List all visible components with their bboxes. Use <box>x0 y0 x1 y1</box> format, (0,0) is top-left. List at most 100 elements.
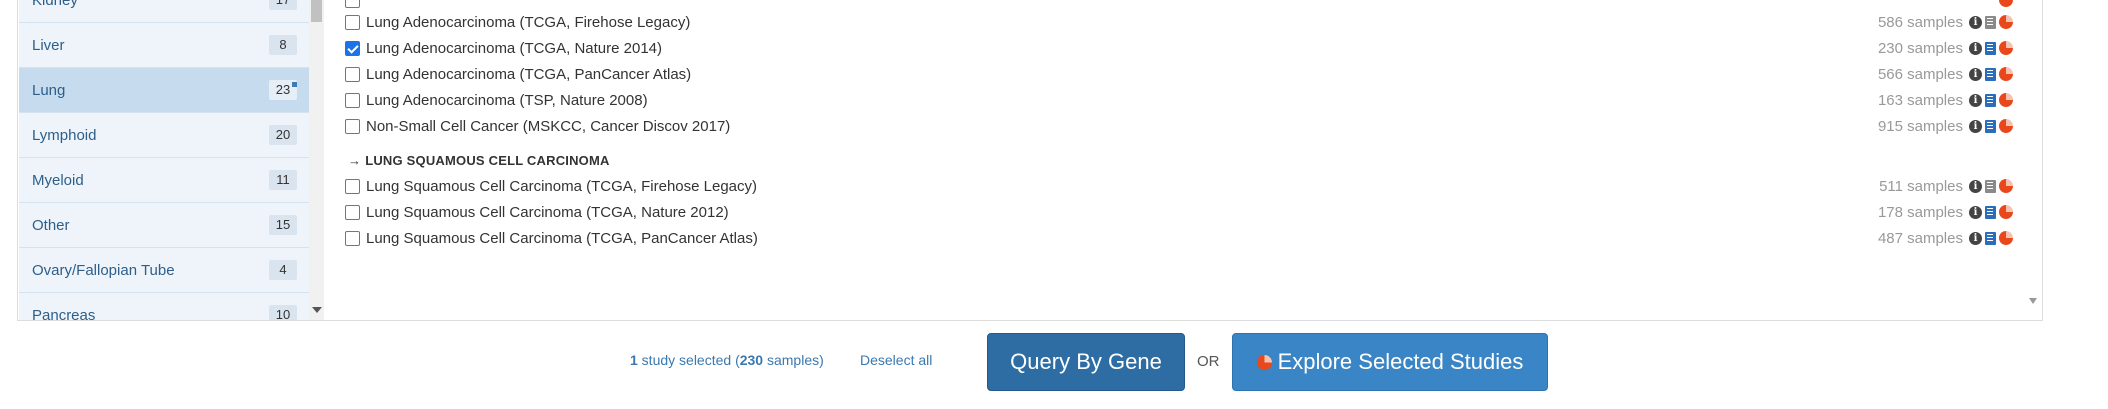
sidebar-item-label: Lung <box>32 81 66 99</box>
or-label: OR <box>1197 353 1220 370</box>
book-icon[interactable] <box>1985 15 1996 29</box>
study-name[interactable]: Lung Adenocarcinoma (TSP, Nature 2008) <box>366 92 648 109</box>
group-heading-label: LUNG SQUAMOUS CELL CARCINOMA <box>365 153 610 168</box>
book-icon[interactable] <box>1985 67 1996 81</box>
study-name[interactable]: Lung Squamous Cell Carcinoma (TCGA, Fire… <box>366 178 757 195</box>
study-name[interactable]: Lung Squamous Cell Carcinoma (TCGA, PanC… <box>366 230 758 247</box>
study-checkbox[interactable] <box>345 92 360 108</box>
study-row[interactable]: Non-Small Cell Cancer (MSKCC, Cancer Dis… <box>345 113 2045 139</box>
study-checkbox[interactable] <box>345 66 360 82</box>
info-icon[interactable]: i <box>1969 93 1982 107</box>
study-checkbox[interactable] <box>345 204 360 220</box>
sample-count: 230 samples <box>1877 39 1963 57</box>
pie-chart-icon[interactable] <box>1999 205 2013 219</box>
book-icon[interactable] <box>1985 231 1996 245</box>
study-row[interactable]: Lung Adenocarcinoma (TCGA, Nature 2014) … <box>345 35 2045 61</box>
sidebar-item-pancreas[interactable]: Pancreas 10 <box>19 293 309 320</box>
sidebar-item-lung[interactable]: Lung 23 <box>19 68 309 113</box>
sample-count: 915 samples <box>1877 117 1963 135</box>
study-checkbox[interactable] <box>345 178 360 194</box>
sidebar-item-ovary-fallopian-tube[interactable]: Ovary/Fallopian Tube 4 <box>19 248 309 293</box>
info-icon[interactable]: i <box>1969 179 1982 193</box>
study-name[interactable]: Non-Small Cell Cancer (MSKCC, Cancer Dis… <box>366 118 730 135</box>
selected-sample-count: 230 <box>739 352 764 368</box>
summary-text: study selected ( <box>637 352 740 368</box>
study-row[interactable]: Lung Squamous Cell Carcinoma (TCGA, Natu… <box>345 199 2045 225</box>
scroll-down-arrow-icon[interactable] <box>312 307 322 313</box>
study-row[interactable]: Lung Adenocarcinoma (TCGA, PanCancer Atl… <box>345 61 2045 87</box>
query-by-gene-button[interactable]: Query By Gene <box>987 333 1185 391</box>
study-row[interactable]: Lung Adenocarcinoma (TCGA, Firehose Lega… <box>345 9 2045 35</box>
count-badge: 8 <box>269 35 297 55</box>
sidebar-item-other[interactable]: Other 15 <box>19 203 309 248</box>
study-checkbox[interactable] <box>345 40 360 56</box>
selection-summary[interactable]: 1 study selected (230 samples) <box>630 352 824 368</box>
selected-indicator <box>292 82 297 87</box>
sidebar-item-label: Myeloid <box>32 171 84 189</box>
study-group-heading: → LUNG SQUAMOUS CELL CARCINOMA <box>348 153 610 168</box>
sidebar-item-liver[interactable]: Liver 8 <box>19 23 309 68</box>
explore-label: Explore Selected Studies <box>1277 349 1524 374</box>
study-row[interactable]: Lung Squamous Cell Carcinoma (TCGA, PanC… <box>345 225 2045 251</box>
sidebar-item-label: Other <box>32 216 70 234</box>
pie-chart-icon[interactable] <box>1999 15 2013 29</box>
count-badge: 15 <box>269 215 297 235</box>
count-badge: 4 <box>269 260 297 280</box>
pie-chart-icon[interactable] <box>1999 119 2013 133</box>
info-icon[interactable]: i <box>1969 67 1982 81</box>
sample-count: 487 samples <box>1877 229 1963 247</box>
arrow-right-icon: → <box>348 153 362 168</box>
study-list: Lung Adenocarcinoma (TCGA, Firehose Lega… <box>345 0 2045 320</box>
study-checkbox[interactable] <box>345 0 360 8</box>
study-name[interactable]: Lung Adenocarcinoma (TCGA, PanCancer Atl… <box>366 66 691 83</box>
info-icon[interactable]: i <box>1969 15 1982 29</box>
sidebar-item-label: Pancreas <box>32 306 96 321</box>
sidebar-item-kidney[interactable]: Kidney 17 <box>19 0 309 23</box>
scrollbar-thumb[interactable] <box>311 0 322 22</box>
book-icon[interactable] <box>1985 205 1996 219</box>
book-icon[interactable] <box>1985 179 1996 193</box>
pie-chart-icon[interactable] <box>1999 67 2013 81</box>
info-icon[interactable]: i <box>1969 119 1982 133</box>
book-icon[interactable] <box>1985 93 1996 107</box>
count-badge: 10 <box>269 305 297 320</box>
pie-chart-icon[interactable] <box>1999 0 2013 7</box>
book-icon[interactable] <box>1985 41 1996 55</box>
deselect-all-link[interactable]: Deselect all <box>860 352 932 368</box>
study-checkbox[interactable] <box>345 118 360 134</box>
selected-count: 1 <box>630 352 638 368</box>
cancer-type-sidebar: Kidney 17 Liver 8 Lung 23 Lymphoid 20 My… <box>19 0 309 320</box>
sidebar-item-label: Kidney <box>32 0 78 9</box>
info-icon[interactable]: i <box>1969 231 1982 245</box>
count-badge: 11 <box>269 170 297 190</box>
study-name[interactable]: Lung Squamous Cell Carcinoma (TCGA, Natu… <box>366 204 729 221</box>
pie-chart-icon[interactable] <box>1999 93 2013 107</box>
explore-selected-studies-button[interactable]: Explore Selected Studies <box>1232 333 1548 391</box>
sample-count: 178 samples <box>1877 203 1963 221</box>
pie-chart-icon[interactable] <box>1999 231 2013 245</box>
study-name[interactable]: Lung Adenocarcinoma (TCGA, Firehose Lega… <box>366 14 690 31</box>
info-icon[interactable]: i <box>1969 205 1982 219</box>
sidebar-item-label: Liver <box>32 36 65 54</box>
book-icon[interactable] <box>1985 119 1996 133</box>
sidebar-item-lymphoid[interactable]: Lymphoid 20 <box>19 113 309 158</box>
study-row[interactable]: Lung Squamous Cell Carcinoma (TCGA, Fire… <box>345 173 2045 199</box>
study-checkbox[interactable] <box>345 230 360 246</box>
sample-count: 511 samples <box>1879 177 1963 195</box>
sidebar-scrollbar[interactable] <box>309 0 324 320</box>
sidebar-item-label: Ovary/Fallopian Tube <box>32 261 175 279</box>
study-checkbox[interactable] <box>345 14 360 30</box>
pie-chart-icon[interactable] <box>1999 179 2013 193</box>
info-icon[interactable]: i <box>1969 41 1982 55</box>
sidebar-item-myeloid[interactable]: Myeloid 11 <box>19 158 309 203</box>
sidebar-item-label: Lymphoid <box>32 126 97 144</box>
summary-text-end: samples) <box>763 352 824 368</box>
study-name[interactable]: Lung Adenocarcinoma (TCGA, Nature 2014) <box>366 40 662 57</box>
pie-chart-icon[interactable] <box>1999 41 2013 55</box>
sample-count: 566 samples <box>1877 65 1963 83</box>
study-row[interactable]: Lung Adenocarcinoma (TSP, Nature 2008) 1… <box>345 87 2045 113</box>
study-selector-panel: Kidney 17 Liver 8 Lung 23 Lymphoid 20 My… <box>17 0 2043 321</box>
scroll-down-arrow-icon[interactable] <box>2029 298 2037 304</box>
count-badge: 20 <box>269 125 297 145</box>
sample-count: 586 samples <box>1877 13 1963 31</box>
